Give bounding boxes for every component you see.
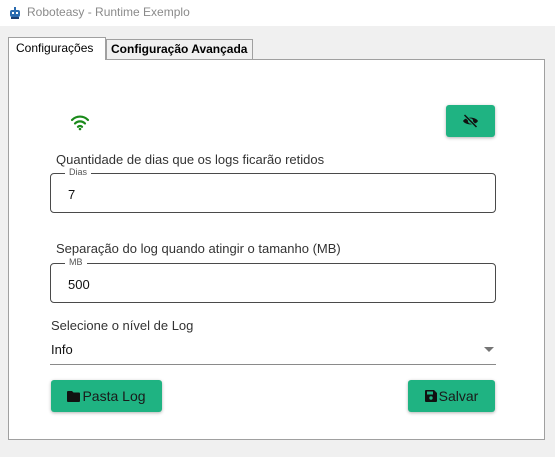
log-retention-input[interactable]: Dias 7	[50, 167, 496, 213]
save-button[interactable]: Salvar	[408, 380, 495, 412]
log-level-selected: Info	[51, 342, 73, 357]
tab-configuracao-avancada[interactable]: Configuração Avançada	[106, 39, 253, 59]
log-retention-value[interactable]: 7	[68, 187, 75, 202]
log-split-value[interactable]: 500	[68, 277, 90, 292]
tab-configuracoes[interactable]: Configurações	[8, 37, 106, 60]
title-bar: Roboteasy - Runtime Exemplo	[0, 0, 555, 26]
eye-off-icon	[463, 114, 478, 128]
window-title: Roboteasy - Runtime Exemplo	[27, 5, 190, 19]
log-split-legend: MB	[65, 257, 87, 267]
log-level-select[interactable]: Info	[50, 337, 496, 365]
wifi-icon	[70, 115, 90, 131]
log-folder-button[interactable]: Pasta Log	[51, 380, 162, 412]
log-retention-label: Quantidade de dias que os logs ficarão r…	[56, 152, 325, 167]
log-split-input[interactable]: MB 500	[50, 257, 496, 303]
chevron-down-icon[interactable]	[484, 347, 494, 352]
toggle-visibility-button[interactable]	[446, 105, 495, 137]
folder-icon	[67, 390, 81, 402]
robot-icon	[10, 7, 20, 19]
save-button-label: Salvar	[438, 388, 479, 404]
app-window: Roboteasy - Runtime Exemplo Configuraçõe…	[0, 0, 555, 457]
floppy-disk-icon	[424, 390, 437, 402]
log-split-label: Separação do log quando atingir o tamanh…	[56, 241, 341, 256]
log-folder-button-label: Pasta Log	[82, 388, 146, 404]
log-level-label: Selecione o nível de Log	[51, 318, 194, 333]
log-retention-legend: Dias	[65, 167, 92, 177]
